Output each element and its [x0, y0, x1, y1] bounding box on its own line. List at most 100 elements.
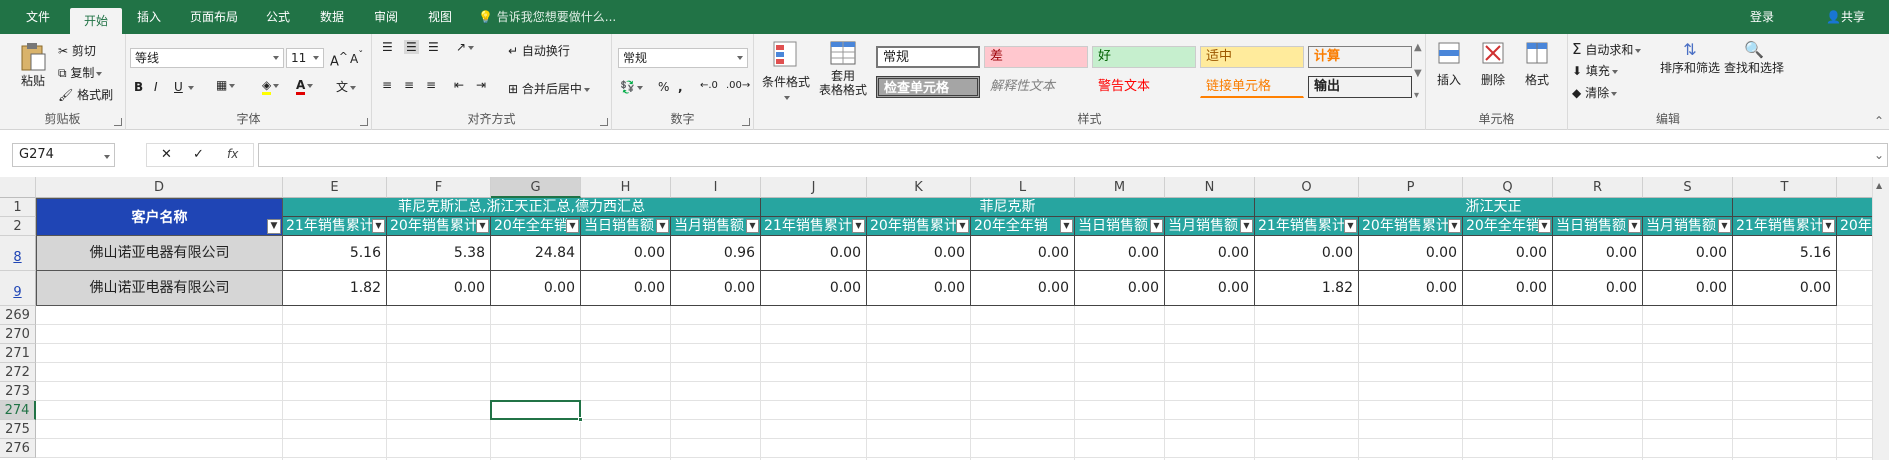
decrease-indent-button[interactable]: ⇤: [454, 78, 464, 92]
align-center-button[interactable]: ≡: [404, 78, 414, 92]
value-cell[interactable]: 24.84: [491, 236, 581, 271]
value-cell[interactable]: 0.00: [1075, 271, 1165, 306]
fill-handle[interactable]: [578, 417, 583, 422]
styles-scroll-down[interactable]: ▼: [1414, 68, 1422, 79]
scroll-up-icon[interactable]: ▲: [1876, 181, 1886, 191]
value-cell[interactable]: 0.00: [387, 271, 491, 306]
value-cell[interactable]: 0.00: [867, 236, 971, 271]
value-cell[interactable]: 1.82: [1255, 271, 1359, 306]
insert-function-icon[interactable]: fx: [227, 147, 238, 161]
row-header[interactable]: 273: [0, 382, 36, 401]
value-cell[interactable]: 0.00: [581, 236, 671, 271]
value-cell[interactable]: 5.16: [1733, 236, 1837, 271]
percent-button[interactable]: %: [658, 80, 669, 94]
style-warning[interactable]: 警告文本: [1092, 76, 1196, 98]
row-header[interactable]: 276: [0, 439, 36, 458]
style-neutral[interactable]: 适中: [1200, 46, 1304, 68]
font-color-button[interactable]: A: [296, 78, 314, 95]
login-link[interactable]: 登录: [1750, 0, 1774, 34]
value-cell[interactable]: 5.38: [387, 236, 491, 271]
value-cell[interactable]: 0.00: [971, 271, 1075, 306]
increase-indent-button[interactable]: ⇥: [476, 78, 486, 92]
style-explanatory[interactable]: 解释性文本: [984, 76, 1088, 98]
tab-home[interactable]: 开始: [70, 8, 122, 34]
collapse-ribbon-icon[interactable]: ⌃: [1874, 114, 1884, 128]
border-button[interactable]: ▦: [216, 78, 236, 92]
value-cell[interactable]: 0.00: [1463, 236, 1553, 271]
tab-file[interactable]: 文件: [14, 0, 62, 34]
style-good[interactable]: 好: [1092, 46, 1196, 68]
style-calculation[interactable]: 计算: [1308, 46, 1412, 68]
filter-dropdown-icon[interactable]: ▼: [656, 219, 669, 233]
column-header[interactable]: T: [1733, 177, 1837, 198]
row-header[interactable]: 271: [0, 344, 36, 363]
tell-me-box[interactable]: 💡 告诉我您想要做什么...: [478, 0, 616, 34]
row-header[interactable]: 9: [0, 271, 36, 306]
paste-button[interactable]: 粘贴: [18, 40, 48, 89]
copy-button[interactable]: ⧉ 复制: [58, 64, 103, 81]
underline-dropdown[interactable]: [186, 80, 194, 94]
filter-dropdown-icon[interactable]: ▼: [1448, 219, 1461, 233]
number-launcher[interactable]: [742, 118, 750, 126]
value-cell[interactable]: 0.00: [1553, 236, 1643, 271]
row-header[interactable]: 274: [0, 401, 36, 420]
filter-dropdown-icon[interactable]: ▼: [1150, 219, 1163, 233]
row-header[interactable]: 8: [0, 236, 36, 271]
filter-dropdown-icon[interactable]: ▼: [746, 219, 759, 233]
orientation-button[interactable]: ↗: [456, 40, 475, 54]
filter-dropdown-icon[interactable]: ▼: [566, 219, 579, 233]
style-output[interactable]: 输出: [1308, 76, 1412, 98]
font-name-select[interactable]: 等线: [130, 48, 284, 68]
value-cell[interactable]: 0.00: [1075, 236, 1165, 271]
column-header[interactable]: D: [36, 177, 283, 198]
value-cell[interactable]: 0.00: [491, 271, 581, 306]
align-top-button[interactable]: ☰: [382, 40, 393, 54]
row-header[interactable]: 275: [0, 420, 36, 439]
tab-formulas[interactable]: 公式: [258, 0, 298, 34]
filter-dropdown-icon[interactable]: ▼: [1538, 219, 1551, 233]
formula-input[interactable]: [258, 143, 1888, 167]
select-all-corner[interactable]: [0, 177, 36, 198]
fill-color-button[interactable]: ◈: [262, 78, 280, 95]
column-header[interactable]: N: [1165, 177, 1255, 198]
grow-font-button[interactable]: A^: [330, 50, 348, 69]
selected-cell[interactable]: [490, 400, 581, 420]
filter-dropdown-icon[interactable]: ▼: [1822, 219, 1835, 233]
align-bottom-button[interactable]: ☰: [428, 40, 439, 54]
conditional-format-button[interactable]: 条件格式: [760, 40, 812, 104]
column-header[interactable]: E: [283, 177, 387, 198]
value-cell[interactable]: 0.00: [867, 271, 971, 306]
worksheet-grid[interactable]: D E F G H I J K L M N O P Q R S T 1 2 8 9 269 270 271 272 273 274 2…: [0, 177, 1889, 460]
column-header[interactable]: J: [761, 177, 867, 198]
value-cell[interactable]: 0.00: [761, 236, 867, 271]
column-header[interactable]: Q: [1463, 177, 1553, 198]
font-size-select[interactable]: 11: [286, 48, 324, 68]
merge-center-button[interactable]: ⊞ 合并后居中: [508, 80, 590, 97]
delete-cells-button[interactable]: 删除: [1480, 40, 1506, 88]
value-cell[interactable]: 0.00: [1643, 236, 1733, 271]
value-cell[interactable]: 0.00: [761, 271, 867, 306]
filter-dropdown-icon[interactable]: ▼: [1060, 219, 1073, 233]
font-launcher[interactable]: [360, 118, 368, 126]
format-painter-button[interactable]: 🖌 格式刷: [58, 86, 113, 103]
wrap-text-button[interactable]: ↵ 自动换行: [508, 42, 570, 59]
enter-icon[interactable]: ✓: [193, 147, 204, 162]
share-button[interactable]: 👤共享: [1826, 0, 1865, 34]
column-header[interactable]: I: [671, 177, 761, 198]
increase-decimal-button[interactable]: ←.0: [700, 80, 718, 91]
styles-scroll-up[interactable]: ▲: [1414, 42, 1422, 53]
filter-dropdown-icon[interactable]: ▼: [1344, 219, 1357, 233]
row-header[interactable]: 269: [0, 306, 36, 325]
value-cell[interactable]: 0.00: [1359, 271, 1463, 306]
column-header[interactable]: P: [1359, 177, 1463, 198]
expand-formula-icon[interactable]: ⌄: [1874, 148, 1884, 162]
cancel-icon[interactable]: ✕: [161, 147, 172, 162]
filter-dropdown-icon[interactable]: ▼: [267, 219, 281, 234]
value-cell[interactable]: 0.00: [1165, 271, 1255, 306]
phonetic-button[interactable]: 文: [336, 78, 357, 95]
bold-button[interactable]: B: [134, 80, 143, 94]
format-cells-button[interactable]: 格式: [1524, 40, 1550, 88]
tab-insert[interactable]: 插入: [126, 0, 172, 34]
column-header[interactable]: M: [1075, 177, 1165, 198]
style-check-cell[interactable]: 检查单元格: [876, 76, 980, 98]
